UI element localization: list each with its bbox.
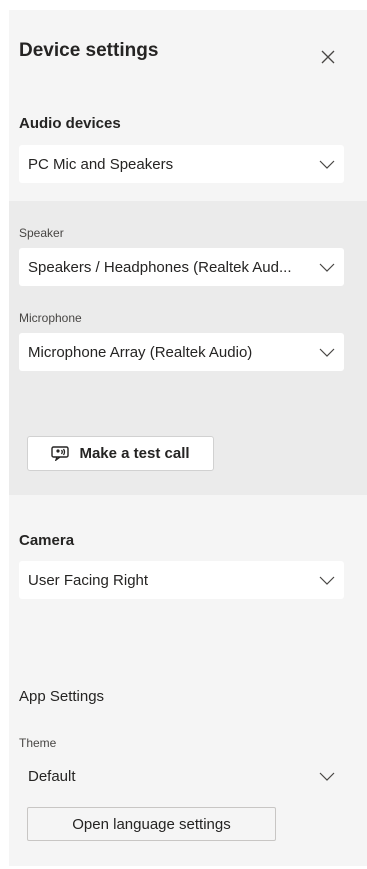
audio-device-dropdown[interactable]: PC Mic and Speakers: [19, 145, 344, 183]
make-test-call-button[interactable]: Make a test call: [27, 436, 214, 471]
camera-label: Camera: [19, 532, 75, 549]
close-icon: [321, 50, 335, 64]
theme-dropdown[interactable]: Default: [19, 757, 344, 795]
close-button[interactable]: [314, 43, 342, 71]
chevron-down-icon: [310, 348, 344, 357]
audio-device-value: PC Mic and Speakers: [28, 155, 174, 173]
test-call-icon: [51, 446, 70, 461]
speaker-dropdown[interactable]: Speakers / Headphones (Realtek Aud...: [19, 248, 344, 286]
chevron-down-icon: [310, 576, 344, 585]
speaker-value: Speakers / Headphones (Realtek Aud...: [28, 258, 292, 276]
app-settings-label: App Settings: [19, 688, 105, 705]
microphone-value: Microphone Array (Realtek Audio): [28, 343, 253, 361]
chevron-down-icon: [310, 263, 344, 272]
theme-label: Theme: [19, 736, 57, 750]
microphone-dropdown[interactable]: Microphone Array (Realtek Audio): [19, 333, 344, 371]
camera-value: User Facing Right: [28, 571, 149, 589]
open-language-settings-label: Open language settings: [72, 815, 231, 833]
audio-devices-label: Audio devices: [19, 115, 121, 132]
open-language-settings-button[interactable]: Open language settings: [27, 807, 276, 841]
page-title: Device settings: [19, 40, 159, 61]
make-test-call-label: Make a test call: [79, 445, 190, 462]
camera-dropdown[interactable]: User Facing Right: [19, 561, 344, 599]
theme-value: Default: [28, 767, 76, 785]
chevron-down-icon: [310, 160, 344, 169]
microphone-label: Microphone: [19, 311, 82, 325]
chevron-down-icon: [310, 772, 344, 781]
speaker-label: Speaker: [19, 226, 64, 240]
